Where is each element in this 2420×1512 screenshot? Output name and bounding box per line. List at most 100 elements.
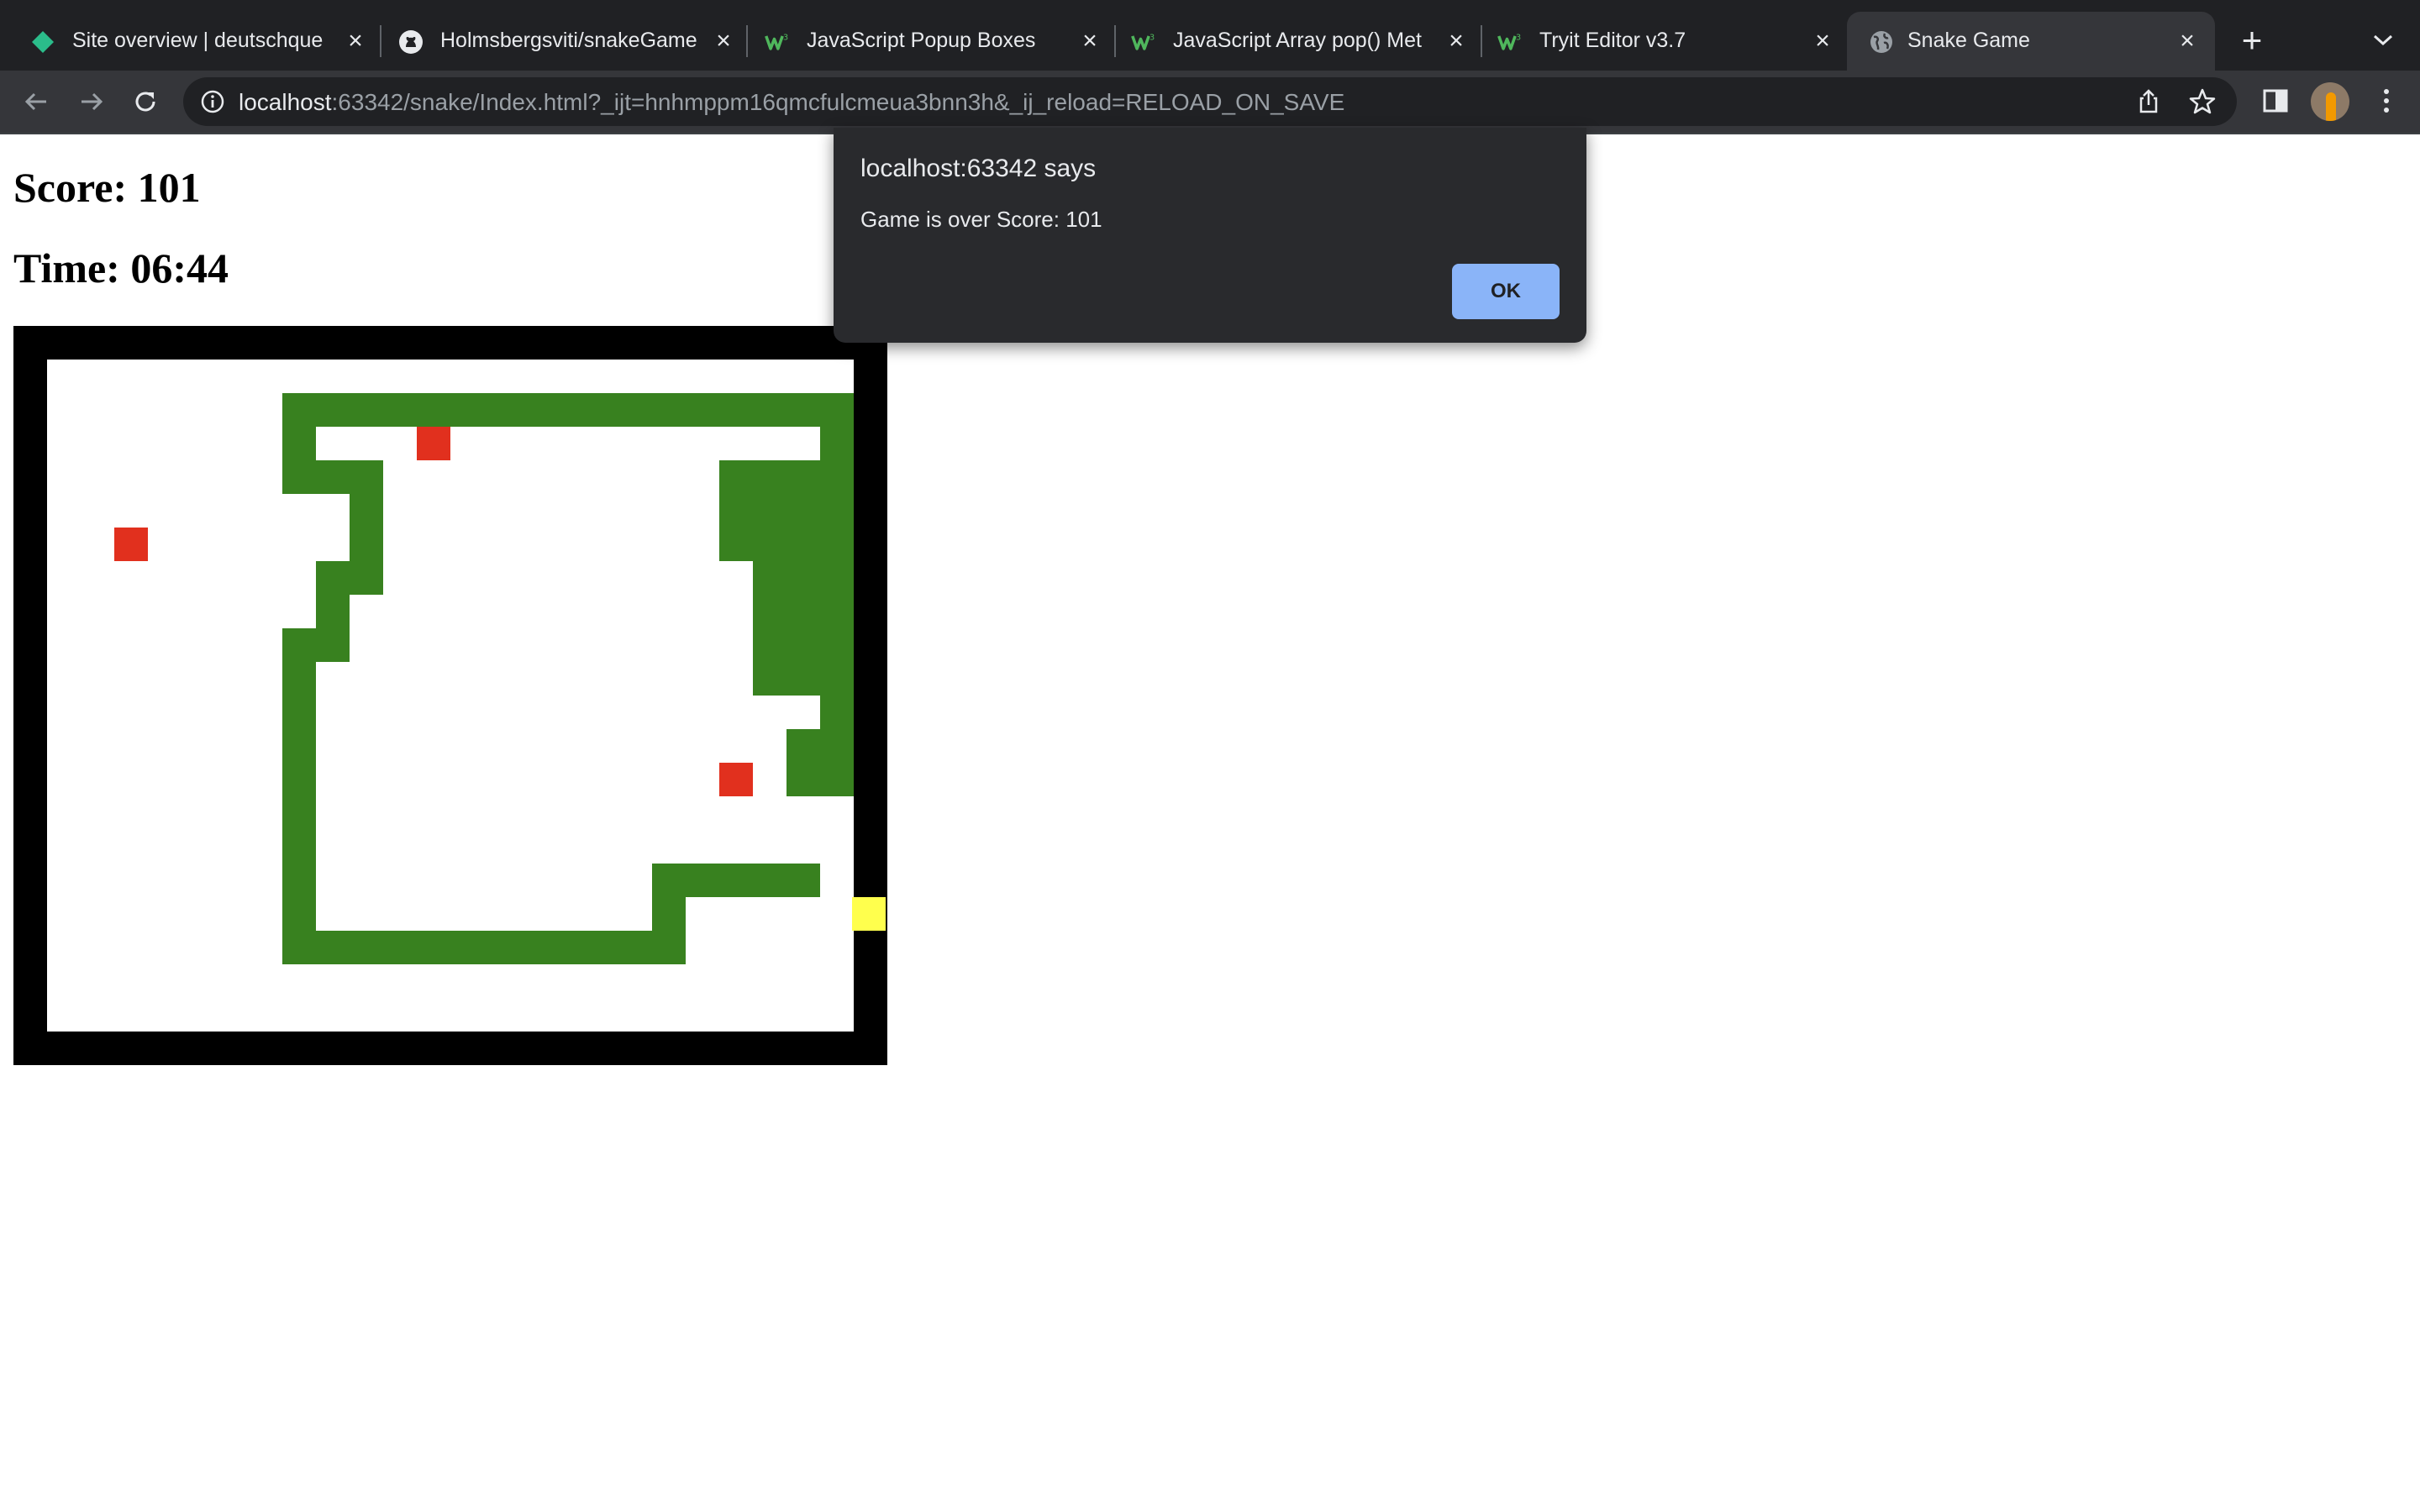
snake-body-segment <box>786 729 820 763</box>
profile-avatar[interactable] <box>2311 82 2349 121</box>
dialog-title: localhost:63342 says <box>860 155 1097 182</box>
snake-body-segment <box>383 931 417 964</box>
snake-body-segment <box>282 427 316 460</box>
snake-body-segment <box>316 628 350 662</box>
snake-body-segment <box>820 595 854 628</box>
snake-body-segment <box>820 528 854 561</box>
svg-text:3: 3 <box>783 33 788 42</box>
snake-body-segment <box>820 494 854 528</box>
snake-body-segment <box>282 696 316 729</box>
snake-body-segment <box>618 393 652 427</box>
snake-body-segment <box>820 427 854 460</box>
close-icon[interactable]: × <box>1076 27 1104 55</box>
snake-body-segment <box>753 864 786 897</box>
snake-body-segment <box>316 561 350 595</box>
snake-body-segment <box>820 628 854 662</box>
time-heading: Time: 06:44 <box>13 244 229 291</box>
snake-body-segment <box>282 864 316 897</box>
close-icon[interactable]: × <box>1808 27 1837 55</box>
bookmark-star-icon[interactable] <box>2188 87 2217 116</box>
w3schools-icon: 3 <box>765 29 790 55</box>
url-text[interactable]: localhost:63342/snake/Index.html?_ijt=hn… <box>239 89 1344 116</box>
new-tab-button[interactable]: + <box>2235 20 2269 60</box>
snake-body-segment <box>316 595 350 628</box>
snake-body-segment <box>551 393 585 427</box>
snake-body-segment <box>820 729 854 763</box>
snake-body-segment <box>551 931 585 964</box>
snake-body-segment <box>786 864 820 897</box>
snake-body-segment <box>820 763 854 796</box>
snake-body-segment <box>719 528 753 561</box>
side-panel-icon[interactable] <box>2259 84 2292 118</box>
globe-icon <box>1869 29 1894 55</box>
address-bar[interactable]: localhost:63342/snake/Index.html?_ijt=hn… <box>183 77 2237 126</box>
ok-button[interactable]: OK <box>1452 264 1560 319</box>
snake-body-segment <box>450 393 484 427</box>
tab-search-chevron-icon[interactable] <box>2368 25 2398 55</box>
snake-body-segment <box>820 393 854 427</box>
close-icon[interactable]: × <box>341 27 370 55</box>
snake-body-segment <box>719 393 753 427</box>
snake-body-segment <box>753 662 786 696</box>
tab-javascript-array-pop[interactable]: 3 JavaScript Array pop() Met × <box>1101 12 1481 71</box>
snake-body-segment <box>484 393 518 427</box>
close-icon[interactable]: × <box>2173 27 2202 55</box>
snake-body-segment <box>786 561 820 595</box>
snake-body-segment <box>652 864 686 897</box>
snake-body-segment <box>450 931 484 964</box>
tab-site-overview[interactable]: Site overview | deutschque × <box>0 12 380 71</box>
food-item <box>417 427 450 460</box>
svg-text:3: 3 <box>1516 33 1521 42</box>
snake-body-segment <box>316 460 350 494</box>
dialog-message: Game is over Score: 101 <box>860 207 1102 232</box>
reload-icon[interactable] <box>128 84 163 119</box>
snake-body-segment <box>350 528 383 561</box>
snake-body-segment <box>786 628 820 662</box>
snake-body-segment <box>350 460 383 494</box>
snake-body-segment <box>383 393 417 427</box>
w3schools-icon: 3 <box>1131 29 1156 55</box>
food-item <box>114 528 148 561</box>
svg-text:3: 3 <box>1150 33 1155 42</box>
snake-body-segment <box>282 897 316 931</box>
snake-body-segment <box>585 931 618 964</box>
snake-body-segment <box>753 528 786 561</box>
snake-body-segment <box>282 763 316 796</box>
snake-body-segment <box>820 460 854 494</box>
game-canvas[interactable] <box>13 326 887 1065</box>
share-icon[interactable] <box>2134 87 2163 116</box>
snake-head <box>852 897 886 931</box>
snake-body-segment <box>820 696 854 729</box>
tab-title: JavaScript Popup Boxes <box>807 29 1036 52</box>
snake-body-segment <box>686 393 719 427</box>
snake-body-segment <box>786 763 820 796</box>
tab-tryit-editor[interactable]: 3 Tryit Editor v3.7 × <box>1467 12 1847 71</box>
close-icon[interactable]: × <box>1442 27 1470 55</box>
snake-body-segment <box>282 628 316 662</box>
tab-github-snakegame[interactable]: Holmsbergsviti/snakeGame × <box>368 12 748 71</box>
tab-title: JavaScript Array pop() Met <box>1173 29 1422 52</box>
info-icon[interactable] <box>200 89 225 114</box>
game-board <box>47 360 886 1032</box>
alert-dialog: localhost:63342 says Game is over Score:… <box>834 128 1586 343</box>
snake-body-segment <box>753 494 786 528</box>
forward-arrow-icon[interactable] <box>74 84 109 119</box>
close-icon[interactable]: × <box>709 27 738 55</box>
more-menu-icon[interactable] <box>2370 84 2403 118</box>
tab-javascript-popup-boxes[interactable]: 3 JavaScript Popup Boxes × <box>734 12 1114 71</box>
back-arrow-icon[interactable] <box>18 84 54 119</box>
snake-body-segment <box>350 494 383 528</box>
tab-snake-game[interactable]: Snake Game × <box>1847 12 2215 71</box>
snake-body-segment <box>282 931 316 964</box>
snake-body-segment <box>282 393 316 427</box>
snake-body-segment <box>282 460 316 494</box>
snake-body-segment <box>350 393 383 427</box>
score-heading: Score: 101 <box>13 164 201 211</box>
snake-body-segment <box>282 830 316 864</box>
snake-body-segment <box>719 460 753 494</box>
snake-body-segment <box>753 460 786 494</box>
snake-body-segment <box>686 864 719 897</box>
snake-body-segment <box>753 595 786 628</box>
tab-title: Tryit Editor v3.7 <box>1539 29 1686 52</box>
snake-body-segment <box>350 561 383 595</box>
